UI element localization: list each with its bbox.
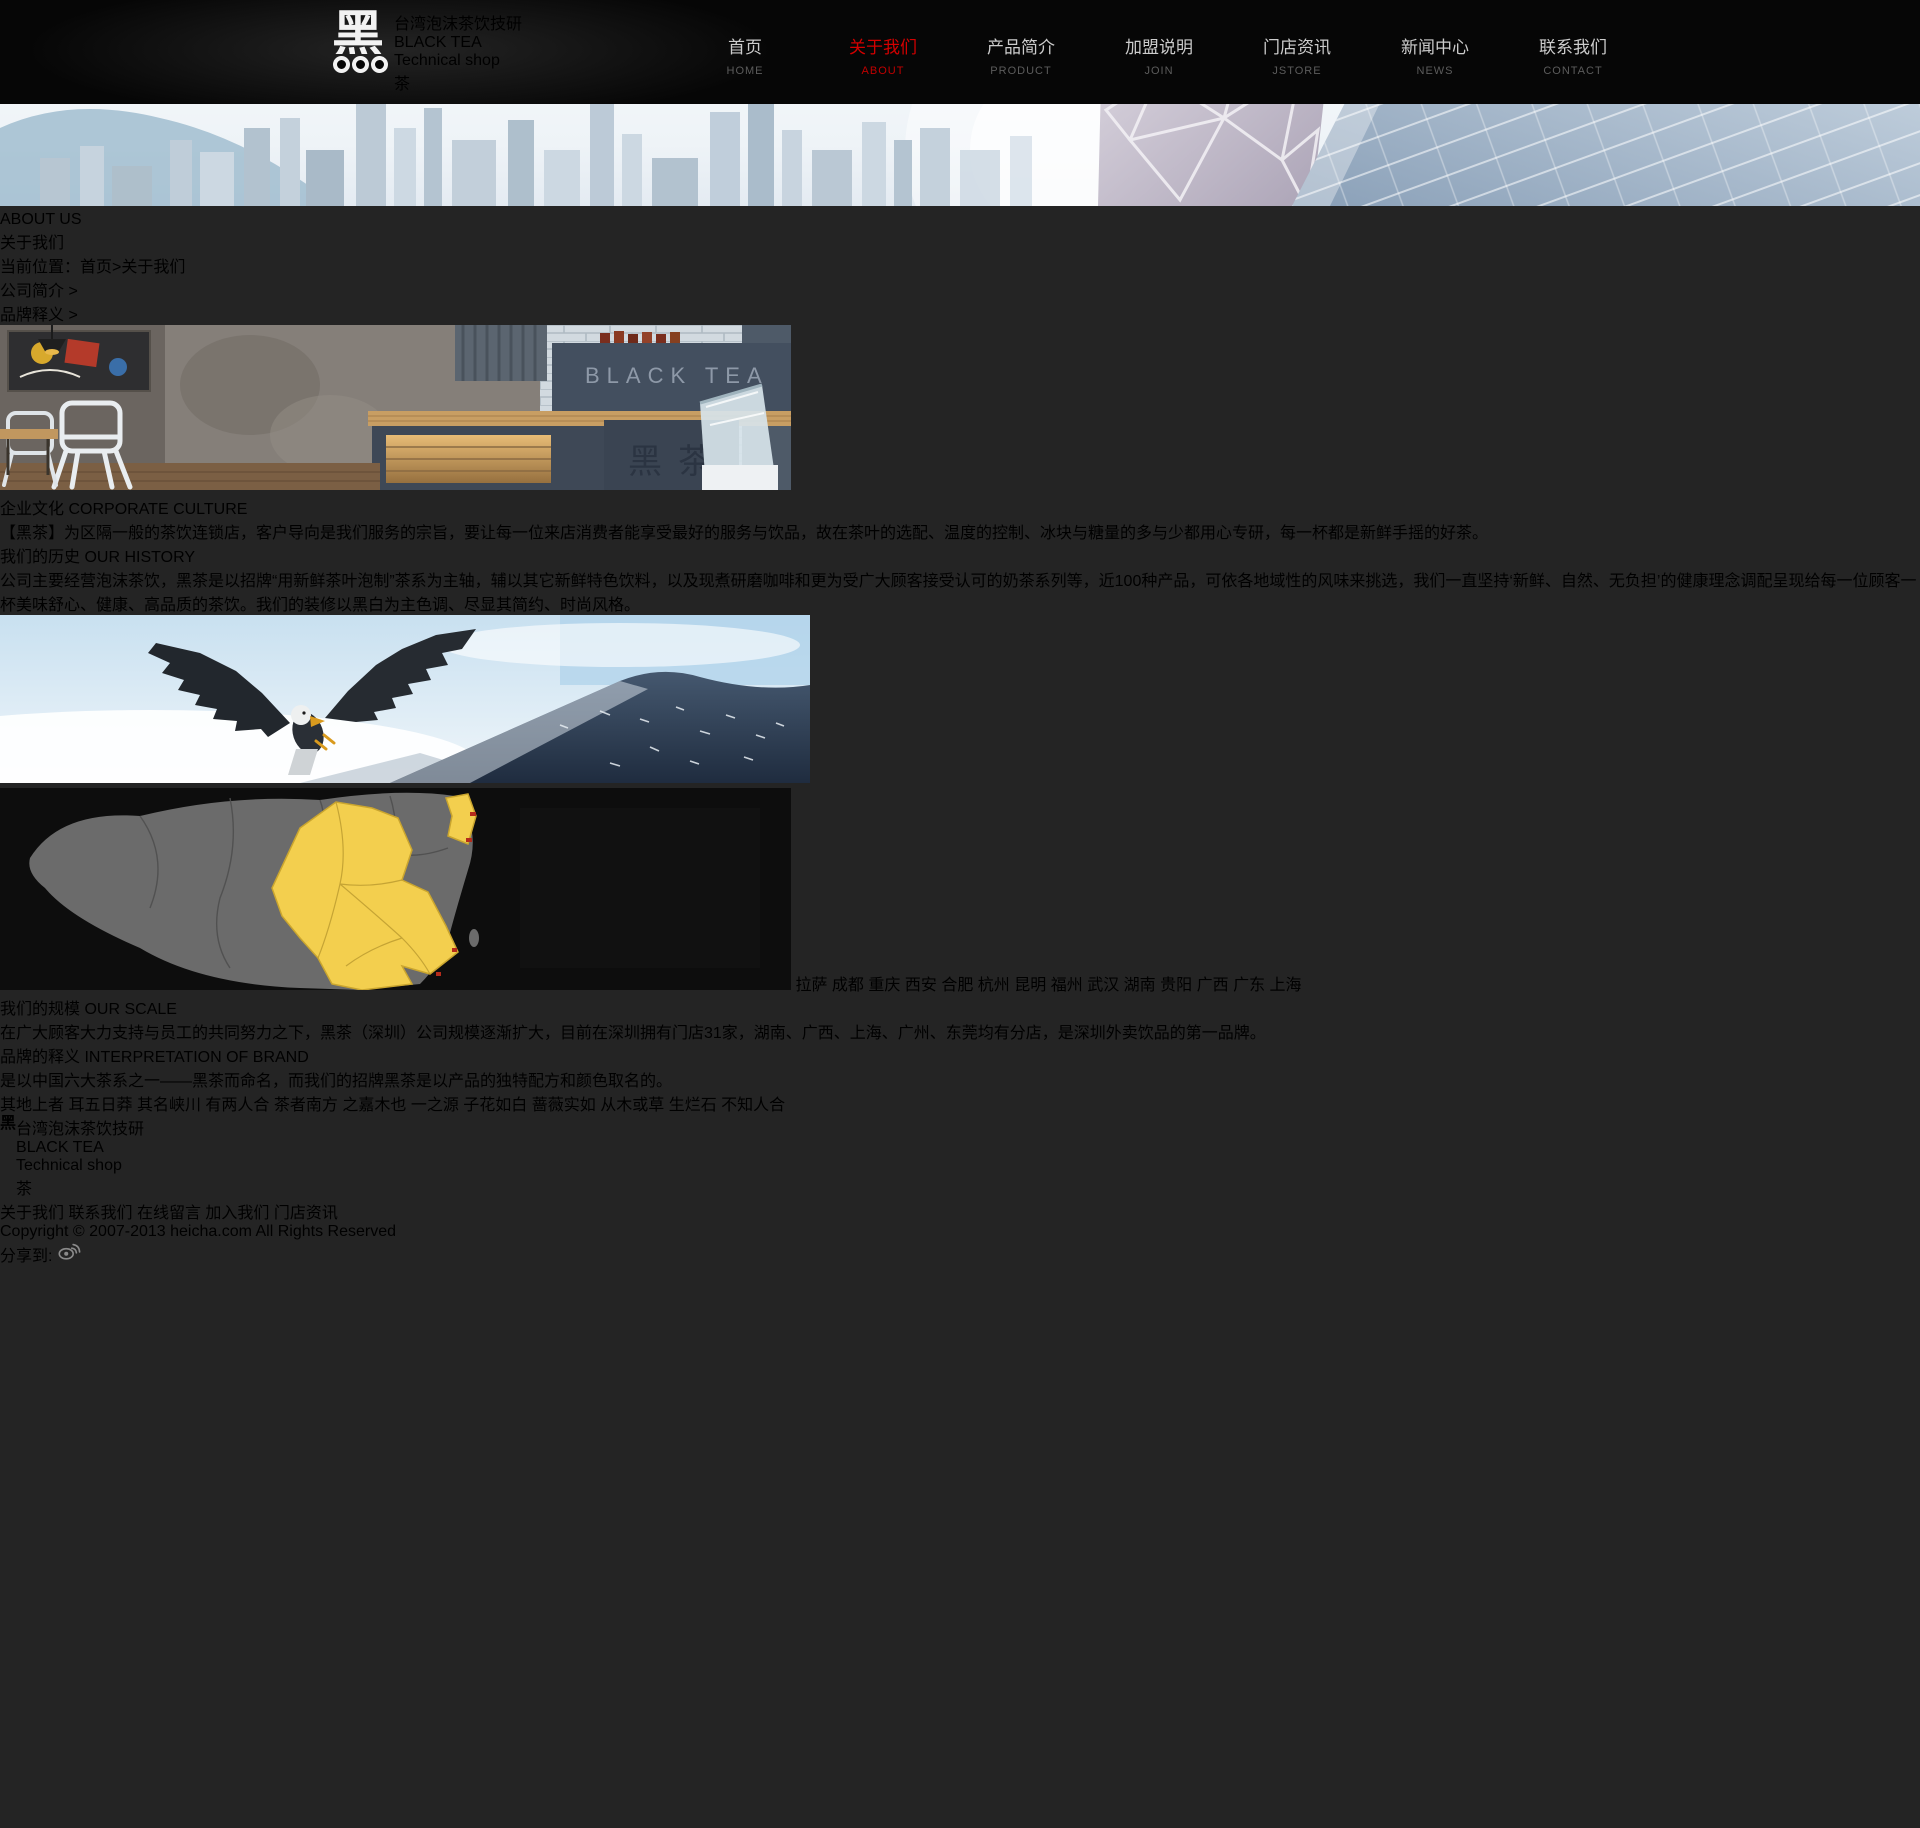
share-label: 分享到: — [0, 1248, 52, 1265]
map-store-label: 上海 — [1270, 977, 1302, 994]
nav-item-home[interactable]: 首页 HOME — [676, 0, 814, 104]
brand-logo-large: 黑 台湾泡沫茶饮技研 BLACK TEA Technical shop 茶 — [0, 1115, 1920, 1199]
cha-character-box: 茶 — [394, 70, 522, 94]
top-header: 黑 台湾泡沫茶饮技研 BLACK TEA Technical shop 茶 首页… — [0, 0, 1920, 104]
logo-wheels — [332, 54, 394, 73]
chevron-right-icon: > — [68, 307, 77, 324]
logo-subtitle: Technical shop — [16, 1157, 144, 1175]
page-title-band: ABOUT US 关于我们 当前位置：首页>关于我们 — [0, 211, 1920, 277]
map-city-label: 杭州 — [978, 977, 1010, 994]
section-title-en: OUR HISTORY — [84, 549, 195, 566]
map-city-label: 西安 — [905, 977, 937, 994]
logo-tagline: 台湾泡沫茶饮技研 — [394, 10, 522, 34]
footer-link-contact[interactable]: 联系我们 — [68, 1205, 132, 1222]
nav-item-contact[interactable]: 联系我们 CONTACT — [1504, 0, 1642, 104]
nav-item-about[interactable]: 关于我们 ABOUT — [814, 0, 952, 104]
brand-logo[interactable]: 黑 台湾泡沫茶饮技研 BLACK TEA Technical shop 茶 — [332, 10, 522, 94]
tab-company-profile[interactable]: 公司简介 > — [0, 277, 1920, 301]
hei-cart-glyph: 黑 — [332, 10, 394, 88]
footer-links: 关于我们 联系我们 在线留言 加入我们 门店资讯 — [0, 1199, 1920, 1223]
map-store-label: 武汉 — [1087, 977, 1119, 994]
section-paragraph: 在广大顾客大力支持与员工的共同努力之下，黑茶（深圳）公司规模逐渐扩大，目前在深圳… — [0, 1019, 1920, 1043]
logo-name: BLACK TEA — [16, 1139, 144, 1157]
logo-name-box: BLACK TEA Technical shop — [394, 34, 522, 70]
footer-link-about[interactable]: 关于我们 — [0, 1205, 64, 1222]
logo-subtitle: Technical shop — [394, 52, 522, 70]
shop-interior-image: BLACK TEA 黑 茶 — [0, 325, 1920, 495]
map-store-label: 广西 — [1197, 977, 1229, 994]
section-title-cn: 我们的规模 — [0, 1001, 80, 1018]
section-our-history: 我们的历史 OUR HISTORY 公司主要经营泡沫茶饮，黑茶是以招牌“用新鲜茶… — [0, 543, 1920, 615]
brand-banner-image: 其地上者 耳五日莽 其名峡川 有两人合 茶者南方 之嘉木也 一之源 子花如白 蔷… — [0, 1091, 1920, 1199]
section-title-en: INTERPRETATION OF BRAND — [84, 1049, 308, 1066]
section-title-en: CORPORATE CULTURE — [68, 501, 247, 518]
section-corporate-culture: 企业文化 CORPORATE CULTURE 【黑茶】为区隔一般的茶饮连锁店，客… — [0, 495, 1920, 543]
hei-character: 黑 — [0, 1115, 16, 1131]
footer-link-stores[interactable]: 门店资讯 — [274, 1205, 338, 1222]
nav-item-product[interactable]: 产品简介 PRODUCT — [952, 0, 1090, 104]
footer-link-join[interactable]: 加入我们 — [205, 1205, 269, 1222]
hei-character: 黑 — [332, 10, 394, 54]
coffee-bean-icon — [387, 71, 402, 86]
map-city-label: 昆明 — [1014, 977, 1046, 994]
weibo-share-icon[interactable] — [57, 1248, 81, 1265]
map-city-label: 重庆 — [868, 977, 900, 994]
section-title-cn: 我们的历史 — [0, 549, 80, 566]
svg-text:BLACK TEA: BLACK TEA — [585, 363, 769, 388]
logo-tagline: 台湾泡沫茶饮技研 — [16, 1115, 144, 1139]
map-store-label: 广东 — [1233, 977, 1265, 994]
logo-name: BLACK TEA — [394, 34, 522, 52]
map-city-label: 拉萨 — [795, 977, 827, 994]
logo-name-box: BLACK TEA Technical shop — [16, 1139, 144, 1175]
chevron-right-icon: > — [68, 283, 77, 300]
page-title-en: ABOUT US — [0, 211, 1920, 229]
section-title-cn: 品牌的释义 — [0, 1049, 80, 1066]
nav-item-join[interactable]: 加盟说明 JOIN — [1090, 0, 1228, 104]
footer: 关于我们 联系我们 在线留言 加入我们 门店资讯 Copyright © 200… — [0, 1199, 1920, 1266]
map-store-label: 贵阳 — [1160, 977, 1192, 994]
main-nav: 首页 HOME 关于我们 ABOUT 产品简介 PRODUCT 加盟说明 JOI… — [676, 0, 1642, 104]
nav-item-news[interactable]: 新闻中心 NEWS — [1366, 0, 1504, 104]
cha-character-box: 茶 — [16, 1175, 144, 1199]
copyright-text: Copyright © 2007-2013 heicha.com All Rig… — [0, 1223, 1920, 1241]
eagle-mountain-image — [0, 615, 1920, 788]
hei-cart-glyph: 黑 — [0, 1115, 16, 1131]
footer-link-message[interactable]: 在线留言 — [137, 1205, 201, 1222]
tab-brand-interpretation[interactable]: 品牌释义 > — [0, 301, 1920, 325]
section-paragraph: 是以中国六大茶系之一——黑茶而命名，而我们的招牌黑茶是以产品的独特配方和颜色取名… — [0, 1067, 1920, 1091]
map-city-label: 福州 — [1051, 977, 1083, 994]
section-paragraph: 公司主要经营泡沫茶饮，黑茶是以招牌“用新鲜茶叶泡制”茶系为主轴，辅以其它新鲜特色… — [0, 567, 1920, 615]
page: 黑 台湾泡沫茶饮技研 BLACK TEA Technical shop 茶 首页… — [0, 0, 1920, 1828]
section-title-en: OUR SCALE — [84, 1001, 176, 1018]
section-brand-interpretation: 品牌的释义 INTERPRETATION OF BRAND 是以中国六大茶系之一… — [0, 1043, 1920, 1091]
breadcrumb[interactable]: 当前位置：首页>关于我们 — [0, 253, 1920, 277]
map-city-label: 成都 — [832, 977, 864, 994]
page-title: 关于我们 — [0, 229, 1920, 253]
nav-item-jstore[interactable]: 门店资讯 JSTORE — [1228, 0, 1366, 104]
section-title-cn: 企业文化 — [0, 501, 64, 518]
share-bar: 分享到: — [0, 1241, 1920, 1266]
map-city-label: 合肥 — [941, 977, 973, 994]
map-store-label: 湖南 — [1124, 977, 1156, 994]
china-map-image: 拉萨 成都 重庆 西安 合肥 杭州 昆明 福州 武汉 湖南 贵阳 广西 广东 上… — [0, 788, 1920, 995]
section-paragraph: 【黑茶】为区隔一般的茶饮连锁店，客户导向是我们服务的宗旨，要让每一位来店消费者能… — [0, 519, 1920, 543]
svg-text:黑: 黑 — [628, 442, 662, 482]
section-our-scale: 我们的规模 OUR SCALE 在广大顾客大力支持与员工的共同努力之下，黑茶（深… — [0, 995, 1920, 1043]
